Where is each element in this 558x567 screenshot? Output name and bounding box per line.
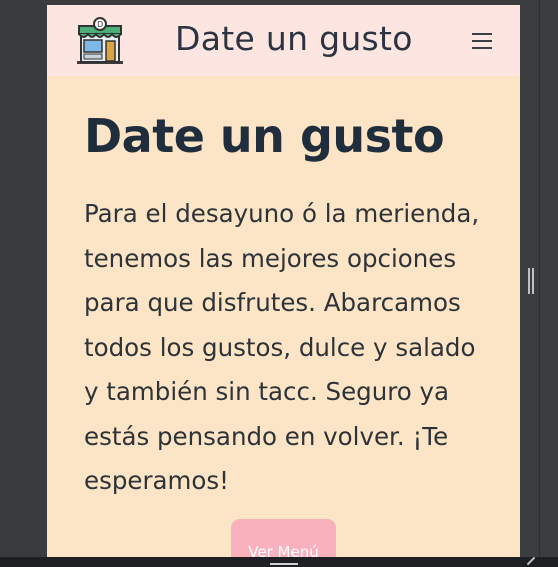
page-viewport: D Date un gusto Date un gusto Para el de… bbox=[47, 5, 520, 557]
hero-description: Para el desayuno ó la merienda, tenemos … bbox=[84, 199, 480, 495]
svg-text:D: D bbox=[97, 20, 103, 29]
navbar: D Date un gusto bbox=[47, 5, 520, 76]
view-menu-button[interactable]: Ver Menú bbox=[231, 519, 336, 557]
resize-handle[interactable] bbox=[528, 268, 534, 294]
bottom-bar bbox=[0, 557, 558, 567]
hamburger-menu-icon[interactable] bbox=[472, 33, 494, 49]
brand-title[interactable]: Date un gusto bbox=[175, 19, 413, 58]
left-gutter bbox=[0, 0, 47, 567]
panel-edge bbox=[539, 0, 540, 557]
bottom-handle[interactable] bbox=[270, 563, 298, 565]
page-title: Date un gusto bbox=[84, 109, 445, 163]
storefront-icon[interactable]: D bbox=[75, 16, 125, 66]
